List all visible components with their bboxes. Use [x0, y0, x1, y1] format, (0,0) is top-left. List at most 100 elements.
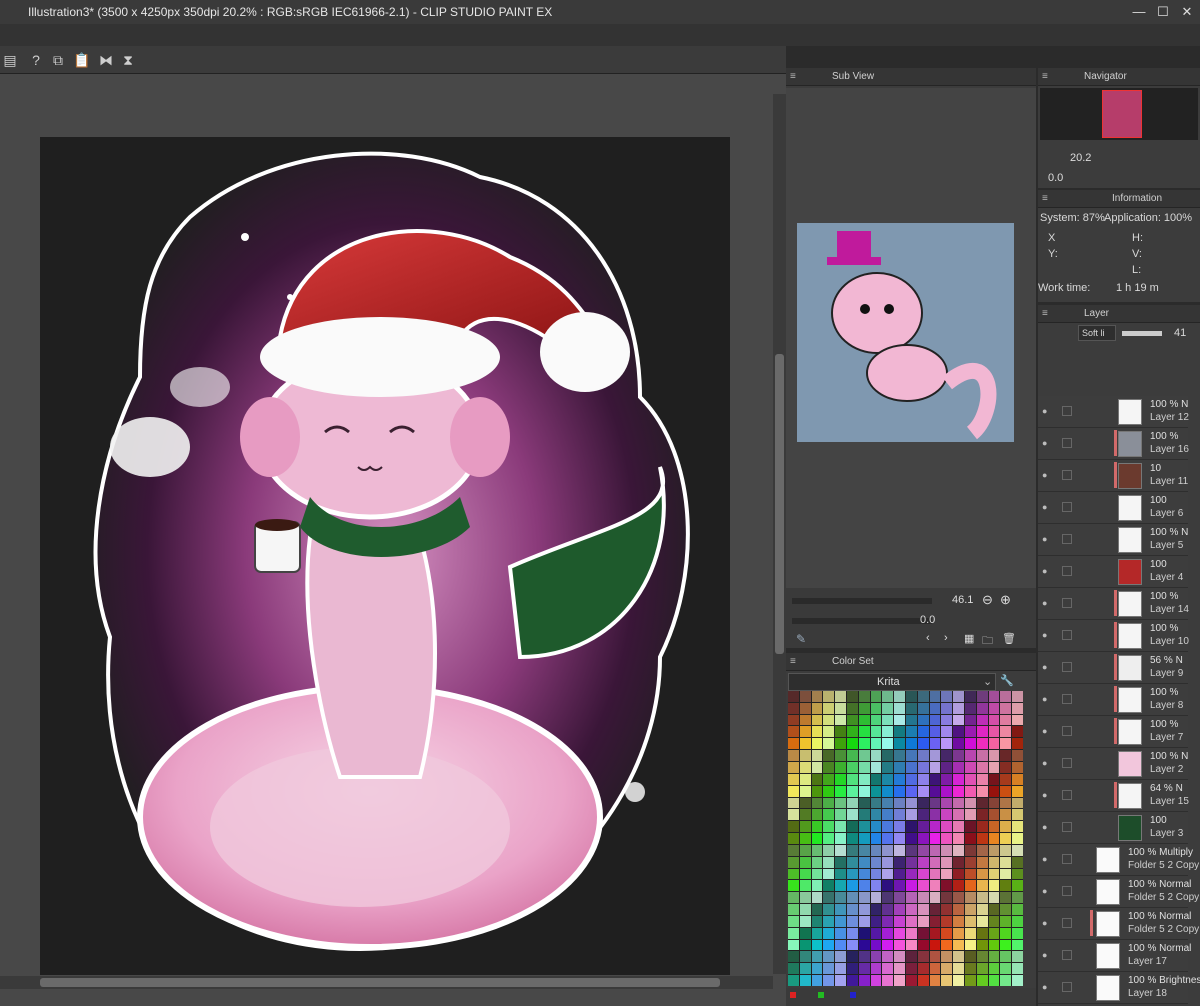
color-swatch[interactable] — [799, 797, 811, 809]
eye-icon[interactable]: ● — [1042, 854, 1054, 864]
eye-icon[interactable]: ● — [1042, 694, 1054, 704]
color-swatch[interactable] — [976, 809, 988, 821]
color-swatch[interactable] — [858, 785, 870, 797]
lock-checkbox[interactable] — [1062, 534, 1072, 544]
flip-horizontal-icon[interactable]: ⧓ — [96, 50, 116, 70]
color-swatch[interactable] — [847, 773, 858, 785]
color-swatch[interactable] — [835, 785, 846, 797]
color-swatch[interactable] — [1000, 951, 1012, 963]
color-swatch[interactable] — [894, 880, 905, 892]
color-swatch[interactable] — [788, 702, 799, 714]
color-swatch[interactable] — [882, 951, 894, 963]
color-swatch[interactable] — [1012, 844, 1023, 856]
color-swatch[interactable] — [976, 691, 988, 702]
color-swatch[interactable] — [917, 691, 929, 702]
color-swatch[interactable] — [811, 975, 823, 986]
color-swatch[interactable] — [894, 868, 905, 880]
color-swatch[interactable] — [870, 939, 882, 951]
color-swatch[interactable] — [953, 915, 964, 927]
color-swatch[interactable] — [858, 691, 870, 702]
color-swatch[interactable] — [858, 761, 870, 773]
color-swatch[interactable] — [870, 785, 882, 797]
color-swatch[interactable] — [976, 797, 988, 809]
color-swatch[interactable] — [788, 927, 799, 939]
color-swatch[interactable] — [847, 975, 858, 986]
color-swatch[interactable] — [988, 750, 1000, 761]
open-folder-icon[interactable]: 🗀 — [982, 632, 993, 651]
color-swatch[interactable] — [988, 726, 1000, 738]
color-swatch[interactable] — [788, 714, 799, 726]
color-swatch[interactable] — [858, 809, 870, 821]
color-swatch[interactable] — [929, 868, 941, 880]
color-swatch[interactable] — [858, 738, 870, 750]
color-swatch[interactable] — [906, 833, 917, 844]
lock-checkbox[interactable] — [1062, 950, 1072, 960]
color-swatch[interactable] — [882, 702, 894, 714]
lock-checkbox[interactable] — [1062, 406, 1072, 416]
color-swatch[interactable] — [788, 773, 799, 785]
color-swatch[interactable] — [965, 702, 976, 714]
color-swatch[interactable] — [1012, 833, 1023, 844]
color-swatch[interactable] — [976, 761, 988, 773]
color-swatch[interactable] — [847, 809, 858, 821]
color-swatch[interactable] — [929, 963, 941, 975]
color-swatch[interactable] — [870, 691, 882, 702]
color-swatch[interactable] — [976, 821, 988, 833]
color-swatch[interactable] — [906, 821, 917, 833]
color-swatch[interactable] — [847, 750, 858, 761]
eye-icon[interactable]: ● — [1042, 918, 1054, 928]
close-button[interactable]: ✕ — [1176, 2, 1198, 22]
color-swatch[interactable] — [929, 761, 941, 773]
color-swatch[interactable] — [847, 785, 858, 797]
lock-checkbox[interactable] — [1062, 598, 1072, 608]
color-swatch[interactable] — [917, 821, 929, 833]
color-swatch[interactable] — [1012, 963, 1023, 975]
color-swatch[interactable] — [906, 809, 917, 821]
eye-icon[interactable]: ● — [1042, 502, 1054, 512]
color-swatch[interactable] — [1000, 892, 1012, 904]
color-swatch[interactable] — [988, 868, 1000, 880]
color-swatch-grid[interactable] — [788, 691, 1023, 986]
color-swatch[interactable] — [882, 726, 894, 738]
color-swatch[interactable] — [894, 691, 905, 702]
color-swatch[interactable] — [965, 809, 976, 821]
color-swatch[interactable] — [917, 880, 929, 892]
color-swatch[interactable] — [799, 963, 811, 975]
color-swatch[interactable] — [1000, 868, 1012, 880]
color-swatch[interactable] — [929, 975, 941, 986]
color-swatch[interactable] — [858, 880, 870, 892]
color-swatch[interactable] — [788, 963, 799, 975]
color-swatch[interactable] — [858, 797, 870, 809]
color-swatch[interactable] — [917, 975, 929, 986]
color-swatch[interactable] — [1000, 797, 1012, 809]
eye-icon[interactable]: ● — [1042, 950, 1054, 960]
color-swatch[interactable] — [976, 750, 988, 761]
color-swatch[interactable] — [870, 844, 882, 856]
layer-row[interactable]: ● 10 Layer 11 — [1038, 460, 1188, 492]
help-icon[interactable]: ? — [26, 50, 46, 70]
navigator-preview[interactable] — [1040, 88, 1198, 140]
panel-menu-icon[interactable]: ≡ — [1042, 71, 1052, 82]
color-swatch[interactable] — [988, 904, 1000, 915]
color-swatch[interactable] — [1000, 714, 1012, 726]
panel-menu-icon[interactable]: ≡ — [1042, 193, 1052, 204]
next-image-icon[interactable]: › — [944, 632, 948, 644]
layer-row[interactable]: ● 100 % Layer 10 — [1038, 620, 1189, 652]
color-swatch[interactable] — [811, 761, 823, 773]
color-swatch[interactable] — [1012, 691, 1023, 702]
color-swatch[interactable] — [988, 833, 1000, 844]
delete-icon[interactable]: 🗑 — [1002, 632, 1016, 645]
color-swatch[interactable] — [870, 868, 882, 880]
lock-checkbox[interactable] — [1062, 758, 1072, 768]
color-swatch[interactable] — [941, 927, 953, 939]
color-swatch[interactable] — [906, 927, 917, 939]
color-swatch[interactable] — [988, 785, 1000, 797]
color-swatch[interactable] — [976, 785, 988, 797]
layer-row[interactable]: ● 56 % N Layer 9 — [1038, 652, 1188, 684]
color-swatch[interactable] — [929, 904, 941, 915]
color-swatch[interactable] — [953, 975, 964, 986]
lock-checkbox[interactable] — [1062, 630, 1072, 640]
color-swatch[interactable] — [847, 702, 858, 714]
color-swatch[interactable] — [799, 750, 811, 761]
subview-tab[interactable]: Sub View — [832, 71, 874, 82]
